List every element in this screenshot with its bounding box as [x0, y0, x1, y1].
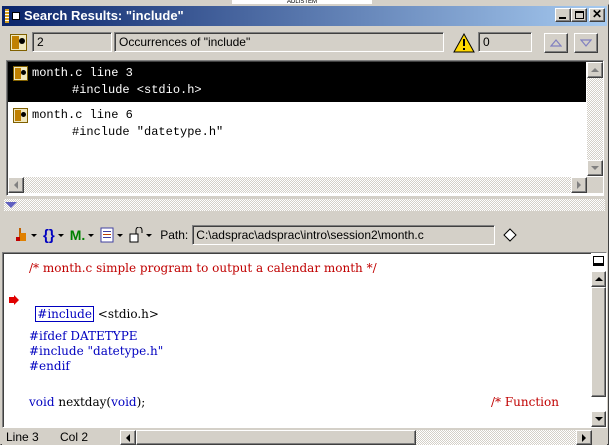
close-button[interactable]: ✕ — [589, 8, 605, 22]
editor-horizontal-scrollbar[interactable] — [120, 430, 592, 445]
results-horizontal-scrollbar[interactable] — [8, 177, 587, 193]
decl-param: void — [111, 395, 137, 409]
code-comment-line: /* month.c simple program to output a ca… — [29, 261, 377, 275]
chevron-down-icon — [88, 233, 95, 237]
scroll-down-button[interactable] — [587, 160, 603, 176]
search-summary-row: 2 Occurrences of "include" 0 — [4, 30, 605, 56]
scroll-up-icon — [591, 68, 599, 72]
path-label: Path: — [160, 228, 189, 242]
scrollbar-corner — [587, 177, 603, 193]
chevron-down-icon — [31, 233, 37, 237]
list-item[interactable]: month.c line 3 #include <stdio.h> — [8, 62, 586, 102]
code-include2-line: #include "datetype.h" — [29, 344, 164, 358]
results-file-icon — [10, 34, 27, 51]
code-endif-line: #endif — [29, 359, 70, 373]
editor-scroll-up-button[interactable] — [591, 271, 606, 287]
scroll-right-button[interactable] — [571, 177, 587, 193]
include-target: <stdio.h> — [97, 307, 159, 321]
collapse-splitter[interactable] — [4, 199, 605, 211]
code-editor[interactable]: /* month.c simple program to output a ca… — [2, 252, 607, 428]
minimize-icon — [559, 17, 566, 19]
window-grip-icon — [5, 9, 9, 23]
split-view-icon[interactable] — [593, 256, 604, 266]
scroll-right-icon — [577, 181, 581, 189]
scroll-left-icon — [126, 433, 130, 442]
editor-toolbar: {} M. Path: C:\adsprac\adsprac\intro\ses… — [4, 222, 605, 248]
down-arrow-icon — [580, 39, 592, 47]
macro-tool[interactable]: M. — [70, 227, 95, 243]
title-bar[interactable]: Search Results: "include" ✕ — [2, 6, 607, 26]
editor-vertical-scrollbar[interactable] — [591, 253, 606, 427]
document-tool[interactable] — [100, 227, 124, 243]
collapse-triangle-icon[interactable] — [4, 201, 18, 209]
include-keyword-highlight[interactable]: #include — [35, 306, 94, 322]
scroll-up-button[interactable] — [587, 62, 603, 78]
window-title: Search Results: "include" — [24, 8, 184, 23]
result-code: #include "datetype.h" — [72, 125, 224, 139]
status-bar: Line 3 Col 2 — [2, 429, 607, 445]
breakpoint-icon — [16, 228, 26, 241]
editor-scroll-thumb[interactable] — [591, 287, 606, 397]
minimize-button[interactable] — [555, 8, 571, 22]
results-list: month.c line 3 #include <stdio.h> month.… — [6, 60, 604, 196]
scroll-down-icon — [591, 166, 599, 170]
results-vertical-scrollbar[interactable] — [587, 62, 603, 176]
result-count-field: 2 — [32, 32, 112, 52]
scroll-right-icon — [582, 433, 586, 442]
window-menu-icon[interactable] — [12, 12, 20, 20]
path-field[interactable]: C:\adsprac\adsprac\intro\session2\month.… — [192, 225, 496, 245]
editor-scroll-left-button[interactable] — [120, 430, 136, 445]
file-icon — [13, 108, 28, 123]
file-icon — [13, 66, 28, 81]
decl-end: ); — [136, 395, 146, 409]
braces-icon: {} — [43, 226, 55, 244]
current-line-arrow-icon — [9, 295, 19, 305]
chevron-down-icon — [117, 233, 124, 237]
up-arrow-icon — [550, 39, 562, 47]
lock-tool[interactable] — [129, 227, 153, 243]
scroll-left-icon — [14, 181, 18, 189]
code-declaration-comment: /* Function — [491, 395, 559, 409]
decl-name: nextday( — [58, 395, 112, 409]
close-icon: ✕ — [591, 7, 603, 21]
status-col: Col 2 — [60, 430, 89, 444]
chevron-down-icon — [57, 233, 64, 237]
scroll-up-icon — [594, 277, 603, 281]
diamond-icon[interactable] — [503, 228, 517, 242]
occurrences-label: Occurrences of "include" — [114, 32, 444, 52]
scroll-down-icon — [594, 417, 603, 421]
macro-icon: M. — [69, 227, 86, 243]
previous-result-button[interactable] — [544, 33, 568, 53]
editor-hscroll-thumb[interactable] — [136, 430, 416, 445]
maximize-icon — [575, 11, 584, 19]
maximize-button[interactable] — [571, 8, 587, 22]
chevron-down-icon — [146, 233, 153, 237]
unlock-icon — [129, 227, 143, 243]
editor-scroll-down-button[interactable] — [591, 411, 606, 427]
warning-count-field: 0 — [478, 32, 532, 52]
scroll-left-button[interactable] — [8, 177, 24, 193]
breakpoint-tool[interactable] — [14, 227, 37, 243]
warning-icon — [453, 32, 475, 53]
code-ifdef-line: #ifdef DATETYPE — [29, 329, 138, 343]
list-item[interactable]: month.c line 6 #include "datetype.h" — [8, 104, 586, 144]
editor-scroll-right-button[interactable] — [576, 430, 592, 445]
result-code: #include <stdio.h> — [72, 83, 202, 97]
code-declaration-line: void nextday(void); — [29, 395, 145, 409]
result-location: month.c line 6 — [32, 108, 133, 122]
result-location: month.c line 3 — [32, 66, 133, 80]
decl-void: void — [29, 395, 55, 409]
braces-tool[interactable]: {} — [43, 227, 64, 244]
status-line: Line 3 — [6, 430, 39, 444]
next-result-button[interactable] — [574, 33, 598, 53]
document-icon — [100, 227, 114, 243]
